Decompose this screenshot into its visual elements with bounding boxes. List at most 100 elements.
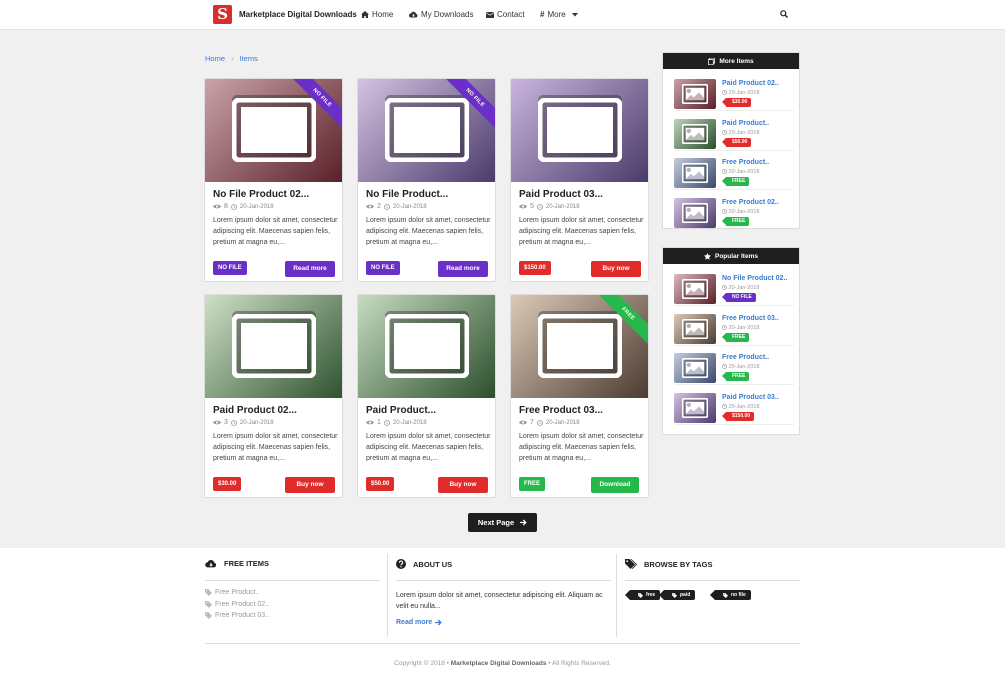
copyright: Copyright © 2018 • Marketplace Digital D… <box>0 660 1005 667</box>
sidebar-item[interactable]: Free Product 02.. 20-Jan-2018 FREE <box>674 196 794 230</box>
product-thumbnail[interactable] <box>358 295 495 398</box>
breadcrumb-items[interactable]: Items <box>240 54 258 63</box>
free-item-link[interactable]: Free Product.. <box>205 589 259 596</box>
product-title[interactable]: No File Product 02... <box>213 189 309 200</box>
sidebar-item[interactable]: Paid Product.. 20-Jan-2018 $50.00 <box>674 117 794 151</box>
tag-link[interactable]: paid <box>658 590 696 600</box>
sidebar-item-thumbnail[interactable] <box>674 313 716 344</box>
sidebar-item-thumbnail[interactable] <box>674 158 716 188</box>
product-title[interactable]: Paid Product 03... <box>519 189 603 200</box>
image-placeholder-icon <box>682 202 708 223</box>
sidebar-item-title[interactable]: Free Product 02.. <box>722 199 779 206</box>
sidebar-item-title[interactable]: Free Product 03.. <box>722 315 779 322</box>
sidebar-item-title[interactable]: Paid Product 02.. <box>722 80 779 87</box>
sidebar-item-tag: FREE <box>721 216 750 226</box>
sidebar-item[interactable]: No File Product 02.. 20-Jan-2018 NO FILE <box>674 272 794 306</box>
clock-icon <box>722 90 727 95</box>
tag-label: no file <box>731 592 746 598</box>
sidebar-item[interactable]: Free Product.. 20-Jan-2018 FREE <box>674 351 794 385</box>
view-count: 5 <box>530 203 534 210</box>
sidebar-item-title[interactable]: No File Product 02.. <box>722 275 787 282</box>
free-item-link[interactable]: Free Product 02.. <box>205 600 269 608</box>
product-card[interactable]: Paid Product 02... 3 20-Jan-2018 Lorem i… <box>204 294 343 498</box>
product-title[interactable]: Paid Product 02... <box>213 405 297 416</box>
sidebar-item-title[interactable]: Paid Product.. <box>722 120 769 127</box>
sidebar-item-thumbnail[interactable] <box>674 274 716 304</box>
product-action-button[interactable]: Buy now <box>591 261 641 277</box>
product-title[interactable]: Paid Product... <box>366 405 436 416</box>
sidebar-item[interactable]: Free Product 03.. 20-Jan-2018 FREE <box>674 312 794 346</box>
image-placeholder-icon <box>232 98 316 162</box>
tags-icon <box>625 559 637 569</box>
sidebar-item-date-text: 20-Jan-2018 <box>728 364 760 370</box>
free-item-label: Free Product.. <box>215 589 260 596</box>
product-action-button[interactable]: Buy now <box>438 477 488 493</box>
about-us-title: ABOUT US <box>413 559 453 569</box>
copyright-suffix: • All Rights Reserved. <box>548 660 611 667</box>
sidebar-item-date: 20-Jan-2018 <box>722 209 759 215</box>
product-action-button[interactable]: Download <box>591 477 639 493</box>
product-thumbnail[interactable]: FREE <box>511 295 648 398</box>
about-read-more-link[interactable]: Read more <box>396 619 442 626</box>
product-thumbnail[interactable]: NO FILE <box>358 79 495 182</box>
product-date: 20-Jan-2018 <box>239 203 274 210</box>
caret-down-icon <box>571 12 578 16</box>
sidebar-item[interactable]: Free Product.. 20-Jan-2018 FREE <box>674 156 794 190</box>
nav-my-downloads[interactable]: My Downloads <box>409 10 473 19</box>
free-item-link[interactable]: Free Product 03.. <box>205 612 269 619</box>
sidebar-item[interactable]: Paid Product 03.. 20-Jan-2018 $150.00 <box>674 391 794 425</box>
sidebar-item-date-text: 20-Jan-2018 <box>728 169 760 175</box>
product-card[interactable]: FREE Free Product 03... 7 20-Jan-2018 Lo… <box>510 294 649 498</box>
site-logo[interactable]: S <box>213 5 232 24</box>
product-card[interactable]: Paid Product... 1 20-Jan-2018 Lorem ipsu… <box>357 294 496 498</box>
price-badge: NO FILE <box>213 261 247 275</box>
sidebar-item-thumbnail[interactable] <box>674 197 716 228</box>
next-page-button[interactable]: Next Page <box>468 513 537 532</box>
tag-link[interactable]: free <box>624 590 661 600</box>
sidebar-item-date: 20-Jan-2018 <box>722 404 759 410</box>
nav-contact[interactable]: Contact <box>486 10 525 19</box>
product-card[interactable]: Paid Product 03... 5 20-Jan-2018 Lorem i… <box>510 78 649 282</box>
product-thumbnail[interactable] <box>205 295 342 398</box>
sidebar-item-title[interactable]: Free Product.. <box>722 159 769 166</box>
clock-icon <box>722 364 727 369</box>
sidebar-item-thumbnail[interactable] <box>674 79 716 109</box>
sidebar-item-title[interactable]: Free Product.. <box>722 354 769 361</box>
breadcrumb-home[interactable]: Home <box>205 54 225 63</box>
view-count: 7 <box>530 419 534 426</box>
footer-column-divider <box>616 554 617 637</box>
nav-more-dropdown[interactable]: # More <box>540 10 578 19</box>
sidebar-item-thumbnail[interactable] <box>674 118 716 149</box>
product-card[interactable]: NO FILE No File Product 02... 8 20-Jan-2… <box>204 78 343 282</box>
image-placeholder-icon <box>538 98 622 162</box>
product-action-button[interactable]: Buy now <box>285 477 335 493</box>
about-us-text: Lorem ipsum dolor sit amet, consectetur … <box>396 592 603 610</box>
sidebar-item-thumbnail[interactable] <box>674 353 716 383</box>
eye-icon <box>366 204 374 209</box>
sidebar-item-tag: $150.00 <box>721 411 755 421</box>
copyright-prefix: Copyright © 2018 • <box>394 660 449 667</box>
sidebar-item[interactable]: Paid Product 02.. 20-Jan-2018 $30.00 <box>674 77 794 111</box>
popular-items-title: Popular Items <box>715 252 758 260</box>
tag-label: free <box>646 592 656 598</box>
free-items-divider <box>205 580 380 581</box>
clock-icon <box>722 324 727 330</box>
product-title[interactable]: No File Product... <box>366 189 448 200</box>
product-date: 20-Jan-2018 <box>392 419 427 426</box>
product-action-button[interactable]: Read more <box>285 261 335 277</box>
product-meta: 2 20-Jan-2018 <box>366 203 427 210</box>
sidebar-item-thumbnail[interactable] <box>674 392 716 423</box>
brand-name[interactable]: Marketplace Digital Downloads <box>239 10 357 19</box>
tag-icon <box>672 592 677 598</box>
sidebar-item-date: 20-Jan-2018 <box>722 285 759 291</box>
product-title[interactable]: Free Product 03... <box>519 405 603 416</box>
nav-home[interactable]: Home <box>361 10 393 19</box>
search-button[interactable] <box>780 10 788 20</box>
product-action-button[interactable]: Read more <box>438 261 488 277</box>
product-thumbnail[interactable]: NO FILE <box>205 79 342 182</box>
image-placeholder-icon <box>385 98 469 162</box>
tag-link[interactable]: no file <box>710 590 751 600</box>
product-thumbnail[interactable] <box>511 79 648 182</box>
product-card[interactable]: NO FILE No File Product... 2 20-Jan-2018… <box>357 78 496 282</box>
sidebar-item-title[interactable]: Paid Product 03.. <box>722 394 779 401</box>
